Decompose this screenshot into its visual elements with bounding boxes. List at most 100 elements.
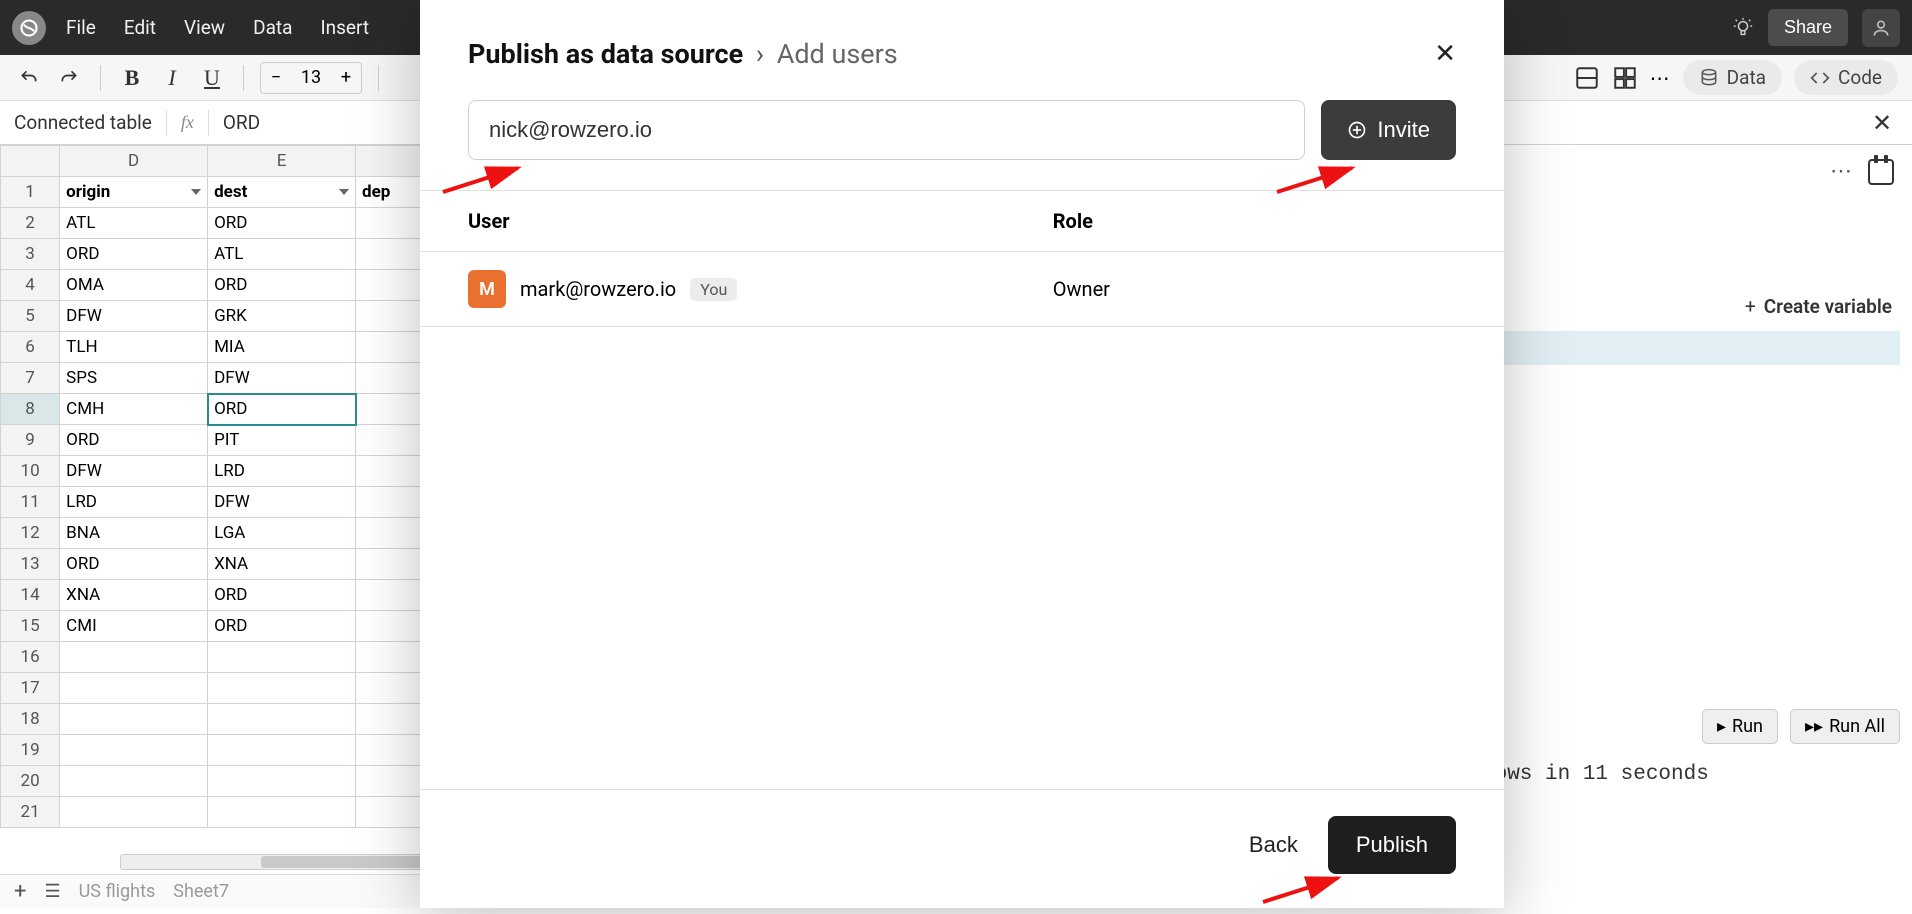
cell[interactable] [356,673,430,704]
bold-button[interactable]: B [117,63,147,93]
cell[interactable] [356,704,430,735]
row-header[interactable]: 12 [1,518,60,549]
cell[interactable]: dep [356,177,430,208]
lightbulb-icon[interactable] [1732,17,1754,39]
cell[interactable]: CMI [60,611,208,642]
row-header[interactable]: 8 [1,394,60,425]
font-size-stepper[interactable]: − 13 + [260,62,362,94]
row-header[interactable]: 7 [1,363,60,394]
cell[interactable] [208,704,356,735]
cell[interactable] [356,766,430,797]
font-size-value[interactable]: 13 [291,67,331,88]
cell[interactable] [356,394,430,425]
code-panel-toggle[interactable]: Code [1794,60,1898,95]
row-header[interactable]: 19 [1,735,60,766]
cell[interactable]: ATL [208,239,356,270]
filter-icon[interactable] [339,189,349,195]
menu-data[interactable]: Data [253,16,292,39]
cell[interactable]: DFW [60,456,208,487]
cell[interactable]: ORD [208,270,356,301]
cell[interactable]: ORD [208,580,356,611]
cell[interactable] [356,611,430,642]
add-sheet-button[interactable]: + [14,879,26,904]
create-variable-button[interactable]: Create variable [1745,295,1892,318]
back-button[interactable]: Back [1249,832,1298,858]
invite-email-input[interactable] [468,100,1305,160]
spreadsheet[interactable]: D E 1 origin dest dep 2ATLORD 3ORDATL 4O… [0,145,430,908]
cell[interactable]: MIA [208,332,356,363]
cell[interactable]: ORD [208,611,356,642]
font-size-minus[interactable]: − [261,67,291,88]
col-header-F[interactable] [356,146,430,177]
cell[interactable]: DFW [208,487,356,518]
close-icon[interactable]: ✕ [1434,39,1456,69]
cell[interactable] [60,735,208,766]
panel-icon-2[interactable] [1612,65,1638,91]
app-logo[interactable] [12,11,46,45]
col-header-E[interactable]: E [208,146,356,177]
row-header[interactable]: 10 [1,456,60,487]
sheet-list-button[interactable]: ☰ [44,881,60,902]
cell[interactable]: XNA [208,549,356,580]
cell[interactable] [60,766,208,797]
row-header[interactable]: 16 [1,642,60,673]
cell[interactable]: ORD [60,549,208,580]
cell[interactable]: CMH [60,394,208,425]
close-panel-button[interactable]: ✕ [1866,109,1898,137]
row-header[interactable]: 4 [1,270,60,301]
underline-button[interactable]: U [197,63,227,93]
user-menu[interactable] [1862,9,1900,47]
sheet-tab[interactable]: Sheet7 [173,881,229,902]
cell[interactable] [356,549,430,580]
filter-icon[interactable] [191,189,201,195]
cell[interactable]: DFW [60,301,208,332]
cell[interactable] [60,797,208,828]
cell[interactable] [208,642,356,673]
cell[interactable] [356,270,430,301]
cell[interactable] [356,301,430,332]
formula-value[interactable]: ORD [223,111,260,134]
row-header[interactable]: 3 [1,239,60,270]
cell[interactable] [356,363,430,394]
cell[interactable]: origin [60,177,208,208]
cell[interactable] [208,766,356,797]
cell[interactable] [356,735,430,766]
cell[interactable] [60,673,208,704]
invite-button[interactable]: Invite [1321,100,1456,160]
sheet-tab[interactable]: US flights [79,881,156,902]
calendar-icon[interactable] [1868,159,1894,185]
italic-button[interactable]: I [157,63,187,93]
row-header[interactable]: 11 [1,487,60,518]
run-button[interactable]: ▸ Run [1702,709,1778,744]
cell[interactable] [208,673,356,704]
row-header[interactable]: 20 [1,766,60,797]
cell[interactable] [356,487,430,518]
row-header[interactable]: 21 [1,797,60,828]
cell[interactable]: BNA [60,518,208,549]
row-header[interactable]: 18 [1,704,60,735]
cell[interactable]: ORD [60,425,208,456]
cell[interactable] [356,332,430,363]
cell[interactable]: SPS [60,363,208,394]
undo-button[interactable] [14,63,44,93]
corner-cell[interactable] [1,146,60,177]
run-all-button[interactable]: ▸▸ Run All [1790,709,1900,744]
row-header[interactable]: 6 [1,332,60,363]
cell[interactable] [356,456,430,487]
data-panel-toggle[interactable]: Data [1683,60,1782,95]
cell[interactable]: ORD [208,208,356,239]
cell[interactable] [208,797,356,828]
cell[interactable]: GRK [208,301,356,332]
menu-edit[interactable]: Edit [124,16,156,39]
row-header[interactable]: 15 [1,611,60,642]
row-header[interactable]: 13 [1,549,60,580]
cell[interactable]: LRD [60,487,208,518]
cell[interactable]: PIT [208,425,356,456]
panel-more-icon[interactable]: ⋯ [1830,159,1854,184]
row-header[interactable]: 1 [1,177,60,208]
share-button[interactable]: Share [1768,9,1848,46]
cell[interactable] [356,208,430,239]
cell[interactable] [208,735,356,766]
cell[interactable]: ORD [60,239,208,270]
cell[interactable] [356,797,430,828]
